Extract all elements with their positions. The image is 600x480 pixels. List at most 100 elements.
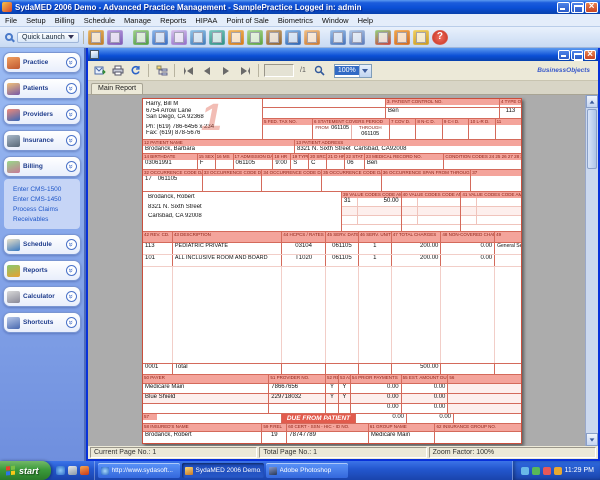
chevron-button[interactable] bbox=[66, 291, 77, 302]
chevron-button[interactable] bbox=[66, 135, 77, 146]
patient-search-icon[interactable] bbox=[190, 30, 206, 45]
staff-icon[interactable] bbox=[304, 30, 320, 45]
quick-launch-button[interactable]: Quick Launch bbox=[17, 32, 79, 43]
billing-submenu-link[interactable]: Enter CMS-1500 bbox=[13, 186, 78, 193]
payments-icon[interactable] bbox=[228, 30, 244, 45]
help-icon[interactable] bbox=[432, 30, 448, 45]
sidebar-item-shortcuts[interactable]: Shortcuts bbox=[3, 312, 81, 333]
task-photoshop[interactable]: Adobe Photoshop bbox=[266, 463, 348, 478]
responsible-party-box: Brodarick, Robert 8321 N. Sixth Street C… bbox=[143, 192, 342, 231]
service-total-row: 0001 Total 500.00 bbox=[143, 364, 521, 375]
maximize-button[interactable] bbox=[571, 2, 584, 13]
menu-item[interactable]: File bbox=[5, 16, 17, 25]
tab-main-report[interactable]: Main Report bbox=[91, 83, 143, 94]
sidebar-item-patients[interactable]: Patients bbox=[3, 78, 81, 99]
scroll-up-button[interactable] bbox=[586, 95, 598, 108]
eligibility-icon[interactable] bbox=[209, 30, 225, 45]
zoom-combobox[interactable]: 100% bbox=[334, 64, 372, 78]
last-page-button[interactable] bbox=[237, 64, 253, 78]
menu-item[interactable]: Setup bbox=[26, 16, 46, 25]
monitor-icon[interactable] bbox=[394, 30, 410, 45]
menu-item[interactable]: Reports bbox=[160, 16, 186, 25]
next-page-button[interactable] bbox=[218, 64, 234, 78]
menu-item[interactable]: Help bbox=[358, 16, 373, 25]
security-lock-icon[interactable] bbox=[413, 30, 429, 45]
group-tree-icon[interactable] bbox=[154, 63, 169, 78]
billing-submenu-link[interactable]: Enter CMS-1450 bbox=[13, 196, 78, 203]
sidebar-item-reports[interactable]: Reports bbox=[3, 260, 81, 281]
scrollbar-thumb[interactable] bbox=[587, 109, 597, 169]
chevron-button[interactable] bbox=[66, 57, 77, 68]
menu-item[interactable]: Manage bbox=[124, 16, 151, 25]
sidebar-item-insurance[interactable]: Insurance bbox=[3, 130, 81, 151]
menu-item[interactable]: Billing bbox=[55, 16, 75, 25]
patient-chart-icon[interactable] bbox=[152, 30, 168, 45]
statistics-icon[interactable] bbox=[375, 30, 391, 45]
sidebar-item-providers[interactable]: Providers bbox=[3, 104, 81, 125]
quick-launch-tray bbox=[51, 461, 95, 480]
internet-explorer-icon[interactable] bbox=[56, 466, 65, 475]
task-sydamed[interactable]: SydaMED 2006 Demo... bbox=[182, 463, 264, 478]
menu-item[interactable]: HIPAA bbox=[195, 16, 217, 25]
start-button[interactable]: start bbox=[0, 461, 51, 480]
sidebar-item-calculator[interactable]: Calculator bbox=[3, 286, 81, 307]
tray-icon[interactable] bbox=[543, 467, 551, 475]
menu-item[interactable]: Schedule bbox=[84, 16, 115, 25]
chevron-button[interactable] bbox=[66, 265, 77, 276]
billing-submenu-link[interactable]: Receivables bbox=[13, 216, 78, 223]
task-browser[interactable]: http://www.sydasoft... bbox=[98, 463, 180, 478]
search-text-icon[interactable] bbox=[312, 63, 327, 78]
close-button[interactable] bbox=[585, 2, 598, 13]
ledger-icon[interactable] bbox=[247, 30, 263, 45]
claims-icon[interactable] bbox=[330, 30, 346, 45]
child-close-button[interactable] bbox=[584, 50, 596, 60]
report-window: /1 100% BusinessObjects Main Report 1 bbox=[86, 48, 600, 461]
scroll-down-button[interactable] bbox=[586, 433, 598, 446]
icd-codes-icon[interactable] bbox=[107, 30, 123, 45]
export-icon[interactable] bbox=[92, 63, 107, 78]
zoom-dropdown-button[interactable] bbox=[359, 65, 371, 77]
chevron-button[interactable] bbox=[66, 239, 77, 250]
tray-icon[interactable] bbox=[532, 467, 540, 475]
page-number-field[interactable] bbox=[264, 64, 294, 77]
chevron-button[interactable] bbox=[66, 83, 77, 94]
billing-submenu-link[interactable]: Process Claims bbox=[13, 206, 78, 213]
chevron-button[interactable] bbox=[66, 109, 77, 120]
credentials-icon[interactable] bbox=[171, 30, 187, 45]
print-icon[interactable] bbox=[110, 63, 125, 78]
child-maximize-button[interactable] bbox=[571, 50, 583, 60]
tray-icon[interactable] bbox=[521, 467, 529, 475]
menu-item[interactable]: Biometrics bbox=[278, 16, 313, 25]
sidebar-item-practice[interactable]: Practice bbox=[3, 52, 81, 73]
providers-icon bbox=[7, 109, 20, 121]
task-list-icon[interactable] bbox=[349, 30, 365, 45]
chevron-button[interactable] bbox=[66, 317, 77, 328]
child-minimize-button[interactable] bbox=[558, 50, 570, 60]
sidebar-item-schedule[interactable]: Schedule bbox=[3, 234, 81, 255]
media-player-icon[interactable] bbox=[80, 466, 89, 475]
due-from-patient-band: DUE FROM PATIENT bbox=[282, 414, 356, 423]
zoom-factor-status: Zoom Factor: 100% bbox=[429, 447, 596, 458]
application-window: SydaMED 2006 Demo - Advanced Practice Ma… bbox=[0, 0, 600, 480]
vertical-scrollbar[interactable] bbox=[585, 95, 598, 446]
previous-page-button[interactable] bbox=[199, 64, 215, 78]
service-row: 101 ALL INCLUSIVE ROOM AND BOARD T1020 0… bbox=[143, 255, 521, 267]
system-tray: 11:29 PM bbox=[512, 461, 600, 480]
first-page-button[interactable] bbox=[180, 64, 196, 78]
sidebar-item-billing[interactable]: Billing bbox=[3, 156, 81, 177]
total-charges-value: 500.00 bbox=[392, 364, 442, 374]
chart-room-icon[interactable] bbox=[266, 30, 282, 45]
billing-provider-box: Harry, Bill M 6754 Arrow Lane San Diego,… bbox=[143, 99, 263, 139]
chevron-button[interactable] bbox=[66, 161, 77, 172]
menu-item[interactable]: Point of Sale bbox=[226, 16, 269, 25]
windows-flag-icon bbox=[6, 465, 16, 476]
calculator-icon bbox=[7, 291, 20, 303]
tray-icon[interactable] bbox=[554, 467, 562, 475]
refresh-icon[interactable] bbox=[128, 63, 143, 78]
workstation-icon[interactable] bbox=[285, 30, 301, 45]
menu-item[interactable]: Window bbox=[322, 16, 349, 25]
minimize-button[interactable] bbox=[557, 2, 570, 13]
show-desktop-icon[interactable] bbox=[68, 466, 77, 475]
superbill-icon[interactable] bbox=[133, 30, 149, 45]
cpt-codes-icon[interactable] bbox=[88, 30, 104, 45]
